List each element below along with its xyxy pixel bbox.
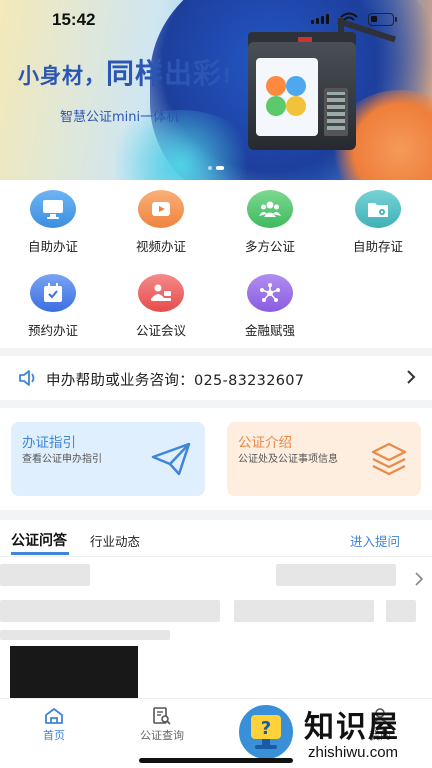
service-label: 自助存证	[352, 239, 403, 254]
monitor-icon	[30, 190, 76, 228]
calendar-icon	[30, 274, 76, 312]
paper-plane-icon	[151, 442, 191, 476]
document-search-icon	[153, 707, 171, 725]
intro-card-desc: 公证处及公证事项信息	[238, 454, 338, 465]
service-label: 自助办证	[27, 239, 78, 254]
intro-card[interactable]: 公证介绍 公证处及公证事项信息	[227, 422, 421, 496]
banner-pagination	[208, 166, 224, 170]
divider	[0, 556, 432, 557]
video-icon	[138, 190, 184, 228]
status-bar: 15:42	[0, 0, 432, 40]
kiosk-device-image	[238, 18, 396, 153]
blurred-content	[0, 630, 170, 640]
speaker-icon	[19, 370, 35, 386]
intro-card-title: 公证介绍	[238, 435, 292, 451]
article-thumbnail[interactable]	[10, 646, 138, 698]
blurred-content	[0, 564, 90, 586]
promo-banner[interactable]: 15:42 小身材，同样出彩! 智慧公证mini一体机	[0, 0, 432, 180]
hotline-bar[interactable]: 申办帮助或业务咨询：025-83232607	[0, 356, 432, 400]
banner-subtitle: 智慧公证mini一体机	[60, 110, 180, 125]
service-label: 视频办证	[135, 239, 186, 254]
chevron-right-icon	[415, 572, 423, 586]
guide-card[interactable]: 办证指引 查看公证申办指引	[11, 422, 205, 496]
service-label: 多方公证	[244, 239, 295, 254]
blurred-content	[0, 600, 220, 622]
service-self-service[interactable]: 自助办证	[3, 190, 103, 255]
battery-icon	[368, 13, 397, 26]
svg-text:?: ?	[261, 718, 271, 739]
watermark-logo: ?	[236, 702, 296, 762]
tab-industry-news[interactable]: 行业动态	[90, 531, 140, 550]
service-label: 公证会议	[135, 323, 186, 338]
guide-card-title: 办证指引	[22, 435, 76, 451]
service-multiparty[interactable]: 多方公证	[220, 190, 320, 255]
service-grid: 自助办证 视频办证 多方公证 自助存证 预约办证 公证会议 金融赋强	[0, 180, 432, 348]
service-self-deposit[interactable]: 自助存证	[328, 190, 428, 255]
home-indicator	[139, 758, 293, 763]
watermark-url: zhishiwu.com	[308, 744, 399, 761]
blurred-content	[386, 600, 416, 622]
tab-query[interactable]: 公证查询	[122, 707, 202, 743]
service-meeting[interactable]: 公证会议	[111, 274, 211, 339]
home-icon	[45, 708, 63, 724]
blurred-content	[276, 564, 396, 586]
folder-icon	[355, 190, 401, 228]
service-label: 预约办证	[27, 323, 78, 338]
banner-slogan: 小身材，同样出彩!	[18, 57, 233, 90]
service-label: 金融赋强	[244, 323, 295, 338]
service-finance[interactable]: 金融赋强	[220, 274, 320, 339]
qa-section: 公证问答 行业动态 进入提问	[0, 520, 432, 698]
guide-card-desc: 查看公证申办指引	[22, 454, 102, 465]
meeting-icon	[138, 274, 184, 312]
service-appointment[interactable]: 预约办证	[3, 274, 103, 339]
watermark-title: 知识屋	[304, 710, 400, 745]
guide-cards: 办证指引 查看公证申办指引 公证介绍 公证处及公证事项信息	[0, 408, 432, 510]
tab-active-indicator	[11, 552, 69, 555]
tab-qa[interactable]: 公证问答	[11, 530, 67, 550]
service-video[interactable]: 视频办证	[111, 190, 211, 255]
tab-home[interactable]: 首页	[14, 707, 94, 743]
ask-question-link[interactable]: 进入提问	[350, 531, 400, 550]
tab-query-label: 公证查询	[140, 729, 184, 742]
network-icon	[247, 274, 293, 312]
layers-icon	[371, 442, 407, 476]
hotline-text: 申办帮助或业务咨询：025-83232607	[46, 373, 305, 389]
tab-home-label: 首页	[43, 729, 65, 742]
group-icon	[247, 190, 293, 228]
chevron-right-icon	[407, 370, 416, 384]
status-time: 15:42	[52, 10, 96, 29]
blurred-content	[234, 600, 374, 622]
